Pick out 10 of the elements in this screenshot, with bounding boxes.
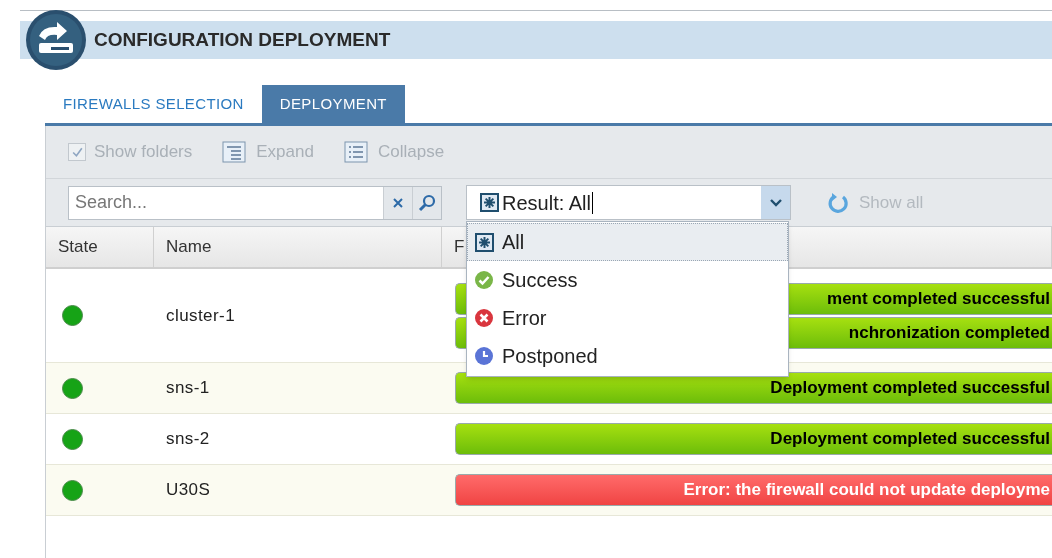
result-bar: Error: the firewall could not update deployme <box>455 474 1052 506</box>
table-cell-text: U30S <box>166 479 211 502</box>
result-bar: Deployment completed successful <box>455 423 1052 455</box>
table-cell-text: cluster-1 <box>166 304 235 327</box>
table-cell-text: sns-1 <box>166 377 210 400</box>
show-folders-label: Show folders <box>94 141 193 164</box>
table-cell-text: sns-2 <box>166 428 210 451</box>
page-title: CONFIGURATION DEPLOYMENT <box>94 27 391 52</box>
result-bar: Deployment completed successful <box>455 372 1052 404</box>
filter-value: Result: All <box>502 191 593 214</box>
